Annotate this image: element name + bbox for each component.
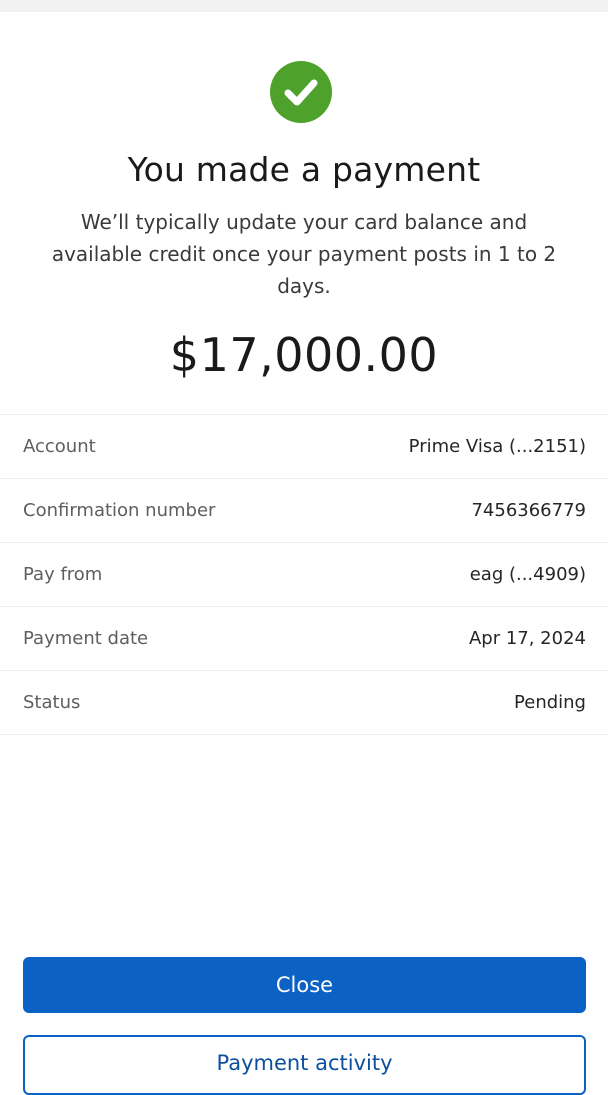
detail-row-payment-date: Payment date Apr 17, 2024: [0, 607, 608, 671]
payment-amount: $17,000.00: [169, 328, 439, 382]
detail-row-account: Account Prime Visa (...2151): [0, 415, 608, 479]
detail-label: Account: [23, 436, 96, 457]
payment-note: We’ll typically update your card balance…: [51, 210, 557, 298]
close-button[interactable]: Close: [23, 957, 586, 1013]
page-title: You made a payment: [127, 150, 481, 189]
detail-value: eag (...4909): [469, 564, 586, 585]
detail-row-status: Status Pending: [0, 671, 608, 735]
detail-value: 7456366779: [471, 500, 586, 521]
detail-label: Confirmation number: [23, 500, 216, 521]
top-strip: [0, 0, 608, 12]
detail-label: Payment date: [23, 628, 149, 649]
detail-label: Status: [23, 692, 81, 713]
detail-value: Apr 17, 2024: [468, 628, 586, 649]
status-value: Pending: [514, 692, 586, 713]
detail-value: Prime Visa (...2151): [408, 436, 586, 457]
detail-label: Pay from: [23, 564, 103, 585]
check-circle-icon: [270, 61, 332, 123]
payment-activity-button[interactable]: Payment activity: [23, 1035, 586, 1095]
detail-row-pay-from: Pay from eag (...4909): [0, 543, 608, 607]
detail-row-confirmation-number: Confirmation number 7456366779: [0, 479, 608, 543]
payment-details-list: Account Prime Visa (...2151) Confirmatio…: [0, 414, 608, 735]
